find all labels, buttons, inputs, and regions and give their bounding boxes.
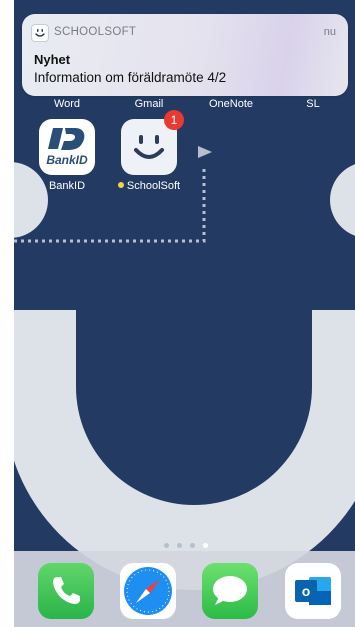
arrow-annotation [14,146,212,243]
page-dot-active [203,543,208,548]
home-screen: SCHOOLSOFT nu Nyhet Information om föräl… [14,0,355,627]
notification-banner[interactable]: SCHOOLSOFT nu Nyhet Information om föräl… [22,14,348,96]
outlook-app[interactable]: o [285,563,341,619]
phone-app[interactable] [38,563,94,619]
outlook-icon: o [295,577,331,605]
page-dot [177,543,182,548]
safari-app[interactable] [120,563,176,619]
outlook-icon-text: o [302,583,311,599]
app-label-word[interactable]: Word [35,98,99,110]
phone-icon [53,577,80,604]
wallpaper-eye-right [330,162,355,238]
notification-badge: 1 [164,110,184,130]
app-label-onenote[interactable]: OneNote [199,98,263,110]
notification-app-name: SCHOOLSOFT [54,26,137,38]
schoolsoft-small-icon [31,24,49,42]
messages-app[interactable] [202,563,258,619]
dock: o [14,551,355,627]
notification-title: Nyhet [34,52,71,67]
app-label-gmail[interactable]: Gmail [117,98,181,110]
page-dot [164,543,169,548]
messages-icon [213,576,247,605]
notification-time: nu [323,26,336,38]
notification-body: Information om föräldramöte 4/2 [34,70,227,85]
safari-icon [124,567,172,615]
app-label-sl[interactable]: SL [281,98,345,110]
page-dot [190,543,195,548]
